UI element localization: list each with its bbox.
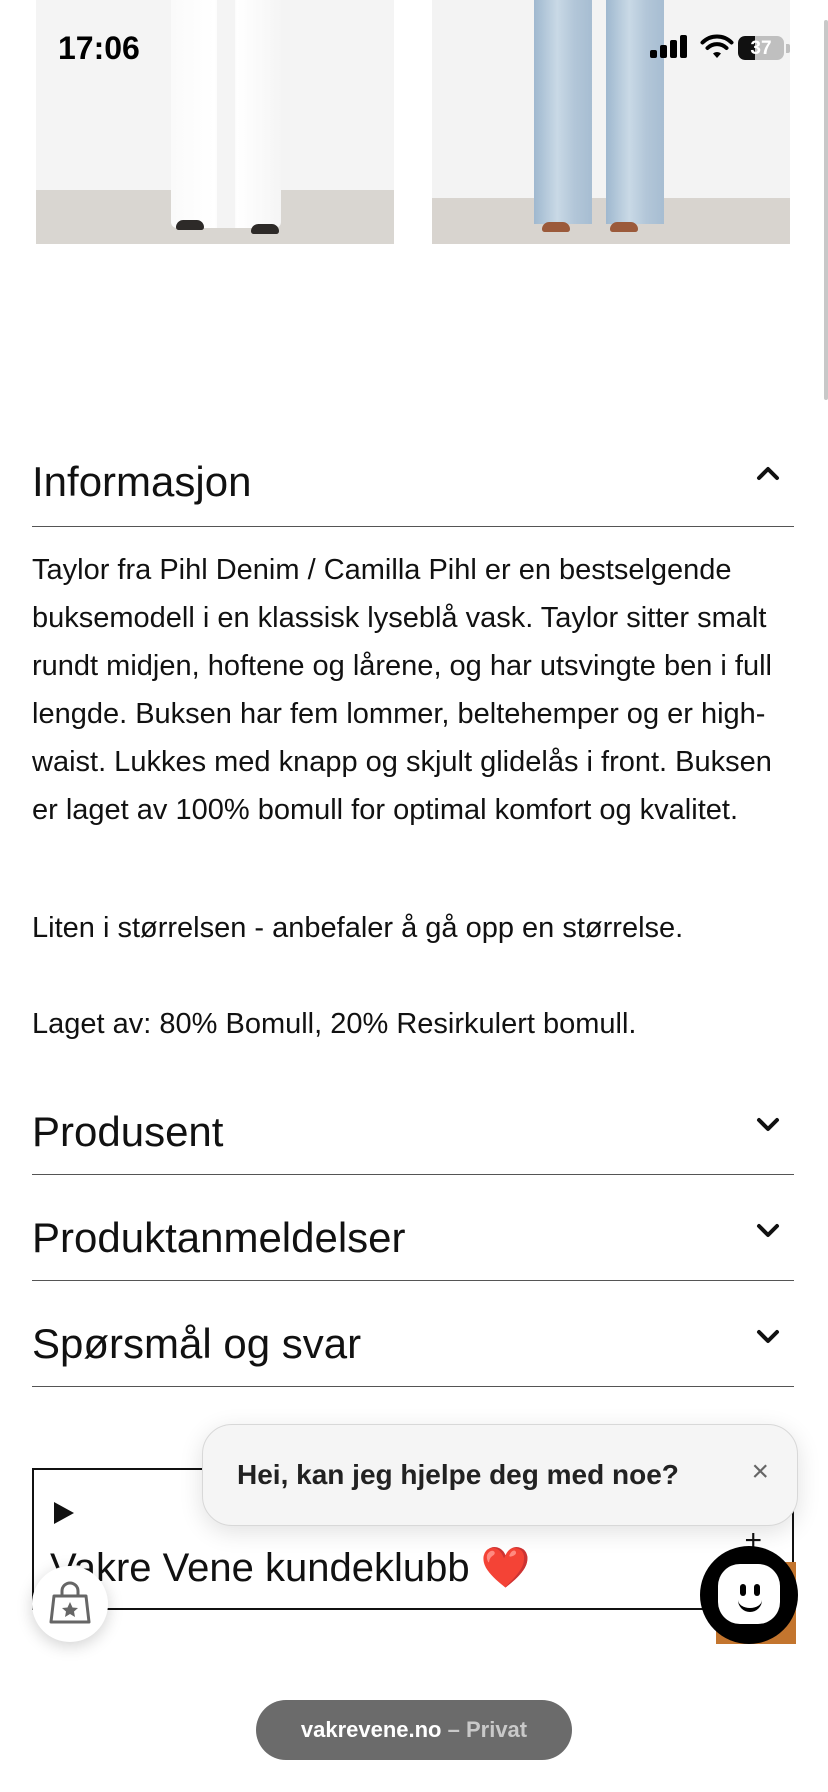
chat-greeting-bubble[interactable]: Hei, kan jeg hjelpe deg med noe? × — [202, 1424, 798, 1526]
accordion-title: Produktanmeldelser — [32, 1214, 406, 1261]
customer-club-title: Vakre Vene kundeklubb ❤️ — [50, 1544, 531, 1591]
status-time: 17:06 — [58, 30, 140, 66]
wifi-icon — [700, 34, 734, 58]
chevron-down-icon[interactable] — [754, 1110, 782, 1138]
accordion-produktanmeldelser-header[interactable]: Produktanmeldelser — [32, 1196, 794, 1281]
scroll-indicator[interactable] — [824, 20, 828, 400]
accordion-title: Produsent — [32, 1108, 224, 1155]
close-icon[interactable]: × — [751, 1455, 769, 1489]
size-note: Liten i størrelsen - anbefaler å gå opp … — [32, 912, 684, 944]
loyalty-rewards-button[interactable] — [32, 1566, 108, 1642]
shoe-graphic — [176, 220, 204, 230]
browser-url-bar[interactable]: vakrevene.no – Privat — [256, 1700, 572, 1760]
description-text: Taylor fra Pihl Denim / Camilla Pihl er … — [32, 554, 772, 826]
accordion-informasjon-header[interactable]: Informasjon — [32, 440, 794, 527]
status-icons: 37 — [650, 34, 790, 62]
battery-nub — [786, 44, 790, 53]
heart-icon: ❤️ — [480, 1546, 531, 1590]
battery-icon: 37 — [738, 36, 784, 60]
url-domain: vakrevene.no — [300, 1717, 442, 1742]
accordion-title: Informasjon — [32, 458, 252, 505]
chevron-down-icon[interactable] — [754, 1216, 782, 1244]
shopping-bag-star-icon — [49, 1581, 91, 1624]
product-description: Taylor fra Pihl Denim / Camilla Pihl er … — [32, 546, 802, 834]
chat-face-icon — [718, 1564, 780, 1624]
shoe-graphic — [610, 222, 638, 232]
club-title-text: Vakre Vene kundeklubb — [50, 1546, 470, 1590]
battery-percentage: 37 — [750, 38, 772, 59]
accordion-sporsmal-header[interactable]: Spørsmål og svar — [32, 1302, 794, 1387]
white-pants-graphic — [171, 0, 281, 228]
accordion-title: Spørsmål og svar — [32, 1320, 362, 1367]
chat-launcher-button[interactable] — [700, 1546, 798, 1644]
private-mode-label: – Privat — [447, 1717, 528, 1742]
chevron-down-icon[interactable] — [754, 1322, 782, 1350]
chevron-up-icon[interactable] — [754, 460, 782, 488]
accordion-produsent-header[interactable]: Produsent — [32, 1090, 794, 1175]
chat-greeting-text: Hei, kan jeg hjelpe deg med noe? — [237, 1459, 679, 1490]
play-icon[interactable] — [54, 1502, 74, 1524]
shoe-graphic — [251, 224, 279, 234]
shoe-graphic — [542, 222, 570, 232]
material-info: Laget av: 80% Bomull, 20% Resirkulert bo… — [32, 1008, 637, 1040]
page: 17:06 37 Informasjon Taylor fra Pihl Den… — [0, 0, 828, 1792]
cellular-signal-icon — [650, 34, 690, 62]
